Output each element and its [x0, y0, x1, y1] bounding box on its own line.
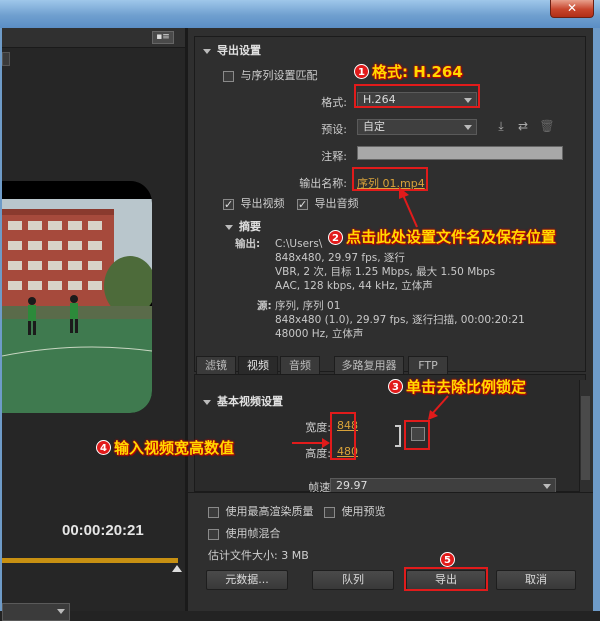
- summary-source-line: 序列, 序列 01: [275, 300, 341, 312]
- preview-pane: ▪≡ 00:00:20:21: [2, 28, 185, 621]
- window-frame-right: [593, 28, 600, 611]
- playhead-marker[interactable]: [172, 565, 182, 572]
- timecode-display: 00:00:20:21: [62, 522, 144, 539]
- source-range-dropdown[interactable]: [2, 52, 10, 66]
- comments-input[interactable]: [357, 146, 563, 160]
- summary-output-line: VBR, 2 次, 目标 1.25 Mbps, 最大 1.50 Mbps: [275, 266, 496, 278]
- collapse-triangle-icon: [203, 48, 211, 54]
- annotation-arrow-3: [428, 395, 449, 420]
- tab-ftp[interactable]: FTP: [408, 356, 448, 374]
- annotation-arrow-2: [399, 187, 418, 228]
- annotation-text-1: 格式: H.264: [372, 63, 463, 81]
- preset-value: 自定: [363, 120, 385, 133]
- max-render-quality-checkbox[interactable]: [208, 506, 219, 518]
- metadata-button[interactable]: 元数据...: [206, 570, 288, 590]
- export-settings-header[interactable]: 导出设置: [203, 42, 261, 58]
- basic-video-settings-header[interactable]: 基本视频设置: [203, 393, 283, 409]
- annotation-box-format: [354, 84, 480, 108]
- preview-header: ▪≡: [2, 28, 185, 48]
- summary-output-label: 输出:: [235, 238, 261, 250]
- source-range-select[interactable]: [2, 603, 70, 621]
- settings-pane: 导出设置 与序列设置匹配 格式: H.264 预设: 自定 ⤓ ⇄ 🗑 注释: …: [188, 28, 593, 611]
- annotation-box-dimensions: [330, 412, 356, 460]
- collapse-triangle-icon: [225, 224, 233, 230]
- annotation-text-4: 输入视频宽高数值: [114, 439, 235, 457]
- annotation-number-5: 5: [440, 552, 455, 567]
- summary-output-line: C:\Users\: [275, 238, 323, 250]
- summary-output-line: 848x480, 29.97 fps, 逐行: [275, 252, 405, 264]
- aspect-link-bracket: [395, 425, 401, 447]
- width-label: 宽度:: [305, 421, 331, 434]
- basic-video-settings-title: 基本视频设置: [217, 395, 283, 408]
- summary-title: 摘要: [239, 220, 261, 233]
- video-preview-frame: [2, 181, 152, 413]
- annotation-arrow-4: [292, 438, 330, 448]
- close-window-button[interactable]: ✕: [550, 0, 594, 18]
- annotation-number-2: 2: [328, 230, 343, 245]
- annotation-text-3: 单击去除比例锁定: [406, 378, 527, 396]
- frame-blending-checkbox[interactable]: [208, 528, 219, 540]
- tab-audio[interactable]: 音频: [280, 356, 320, 374]
- max-render-quality-label: 使用最高渲染质量: [225, 505, 314, 518]
- export-audio-checkbox[interactable]: [297, 198, 308, 210]
- annotation-number-3: 3: [388, 379, 403, 394]
- export-settings-title: 导出设置: [217, 44, 261, 57]
- use-preview-label: 使用预览: [341, 505, 386, 518]
- export-audio-option[interactable]: 导出音频: [297, 195, 359, 211]
- tab-multiplexer[interactable]: 多路复用器: [334, 356, 404, 374]
- summary-output-line: AAC, 128 kbps, 44 kHz, 立体声: [275, 280, 433, 292]
- max-render-quality-option[interactable]: 使用最高渲染质量: [208, 503, 314, 519]
- delete-preset-icon[interactable]: 🗑: [539, 119, 555, 133]
- window-titlebar: [0, 0, 600, 28]
- export-options-footer: 使用最高渲染质量 使用预览 使用帧混合 估计文件大小: 3 MB 元数据... …: [188, 492, 593, 611]
- video-frame-image: [2, 181, 152, 413]
- annotation-number-4: 4: [96, 440, 111, 455]
- match-sequence-label: 与序列设置匹配: [240, 69, 318, 82]
- tab-video[interactable]: 视频: [238, 356, 278, 374]
- summary-source-line: 848x480 (1.0), 29.97 fps, 逐行扫描, 00:00:20…: [275, 314, 525, 326]
- queue-button[interactable]: 队列: [312, 570, 394, 590]
- annotation-box-export: [404, 567, 488, 591]
- framerate-value: 29.97: [336, 479, 368, 492]
- collapse-triangle-icon: [203, 399, 211, 405]
- export-video-checkbox[interactable]: [223, 198, 234, 210]
- estimated-file-size: 估计文件大小: 3 MB: [208, 549, 309, 562]
- summary-source-line: 48000 Hz, 立体声: [275, 328, 364, 340]
- cancel-button[interactable]: 取消: [496, 570, 576, 590]
- annotation-box-lock: [404, 420, 430, 450]
- annotation-text-2: 点击此处设置文件名及保存位置: [346, 228, 557, 246]
- summary-header[interactable]: 摘要: [225, 218, 261, 234]
- format-label: 格式:: [321, 96, 347, 109]
- export-audio-label: 导出音频: [314, 197, 359, 210]
- tab-scrollbar[interactable]: [579, 380, 591, 492]
- frame-blending-option[interactable]: 使用帧混合: [208, 525, 281, 541]
- timeline-bar[interactable]: [2, 558, 178, 563]
- preset-label: 预设:: [321, 123, 347, 136]
- chevron-down-icon: [57, 609, 65, 614]
- save-preset-icon[interactable]: ⤓: [493, 119, 509, 133]
- frame-blending-label: 使用帧混合: [225, 527, 281, 540]
- export-video-label: 导出视频: [240, 197, 285, 210]
- match-sequence-checkbox[interactable]: [223, 70, 234, 82]
- output-name-label: 输出名称:: [299, 177, 347, 190]
- match-sequence-option[interactable]: 与序列设置匹配: [223, 67, 318, 83]
- use-preview-option[interactable]: 使用预览: [324, 503, 386, 519]
- comments-label: 注释:: [321, 150, 347, 163]
- use-preview-checkbox[interactable]: [324, 506, 335, 518]
- export-video-option[interactable]: 导出视频: [223, 195, 285, 211]
- panel-menu-button[interactable]: ▪≡: [152, 31, 174, 44]
- annotation-number-1: 1: [354, 64, 369, 79]
- scrollbar-thumb[interactable]: [581, 396, 590, 480]
- chevron-down-icon: [543, 484, 551, 489]
- summary-source-label: 源:: [257, 300, 272, 312]
- tab-filters[interactable]: 滤镜: [196, 356, 236, 374]
- preset-select[interactable]: 自定: [357, 119, 477, 135]
- import-preset-icon[interactable]: ⇄: [515, 119, 531, 133]
- chevron-down-icon: [464, 125, 472, 130]
